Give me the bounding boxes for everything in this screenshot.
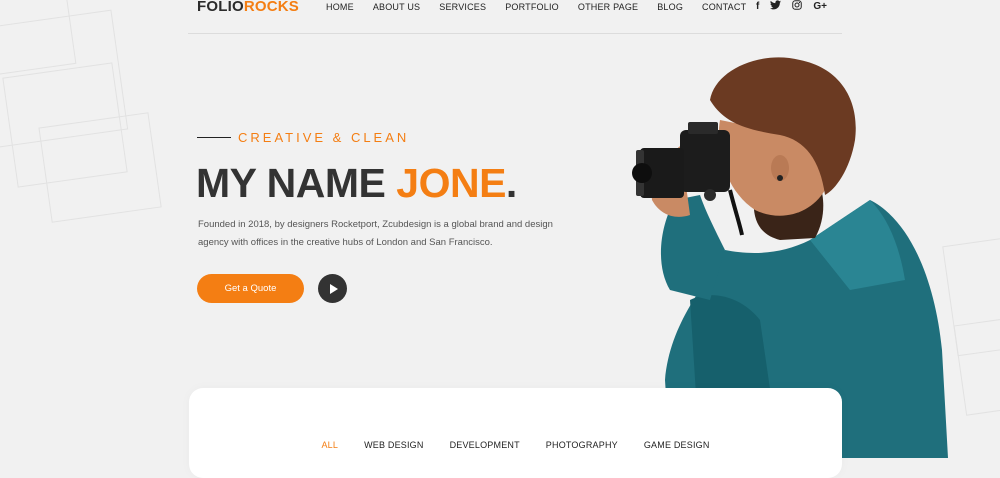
- hero-tagline: CREATIVE & CLEAN: [197, 130, 409, 145]
- headline-prefix: MY NAME: [196, 160, 397, 206]
- nav-portfolio[interactable]: PORTFOLIO: [505, 1, 559, 13]
- filter-development[interactable]: DEVELOPMENT: [450, 440, 520, 450]
- site-header: FOLIOROCKS HOME ABOUT US SERVICES PORTFO…: [188, 0, 842, 34]
- logo-text-primary: FOLIO: [197, 0, 244, 15]
- logo[interactable]: FOLIOROCKS: [197, 0, 299, 16]
- filter-all[interactable]: ALL: [321, 440, 338, 450]
- google-plus-icon[interactable]: G+: [813, 1, 827, 13]
- tagline-divider: [197, 136, 231, 139]
- get-a-quote-button[interactable]: Get a Quote: [197, 274, 304, 303]
- portfolio-filters: ALL WEB DESIGN DEVELOPMENT PHOTOGRAPHY G…: [189, 440, 842, 450]
- main-nav: HOME ABOUT US SERVICES PORTFOLIO OTHER P…: [326, 1, 765, 13]
- portfolio-card: ALL WEB DESIGN DEVELOPMENT PHOTOGRAPHY G…: [189, 388, 842, 478]
- tagline-text: CREATIVE & CLEAN: [238, 130, 410, 145]
- logo-text-accent: ROCKS: [243, 0, 299, 15]
- nav-contact[interactable]: CONTACT: [702, 1, 746, 13]
- hero-description: Founded in 2018, by designers Rocketport…: [198, 219, 553, 248]
- nav-services[interactable]: SERVICES: [439, 1, 486, 13]
- filter-web-design[interactable]: WEB DESIGN: [364, 440, 424, 450]
- headline-suffix: .: [505, 160, 517, 206]
- nav-other-page[interactable]: OTHER PAGE: [578, 1, 638, 13]
- instagram-icon[interactable]: [792, 0, 803, 14]
- social-links: f G+: [756, 0, 827, 14]
- play-video-button[interactable]: [318, 274, 347, 303]
- nav-home[interactable]: HOME: [326, 1, 354, 13]
- nav-blog[interactable]: BLOG: [657, 1, 683, 13]
- play-icon: [329, 283, 338, 294]
- filter-game-design[interactable]: GAME DESIGN: [644, 440, 710, 450]
- hero-headline: MY NAME JONE.: [196, 160, 517, 206]
- filter-photography[interactable]: PHOTOGRAPHY: [546, 440, 618, 450]
- nav-about-us[interactable]: ABOUT US: [373, 1, 420, 13]
- twitter-icon[interactable]: [770, 0, 782, 14]
- facebook-icon[interactable]: f: [756, 1, 759, 13]
- headline-name: JONE: [396, 160, 506, 206]
